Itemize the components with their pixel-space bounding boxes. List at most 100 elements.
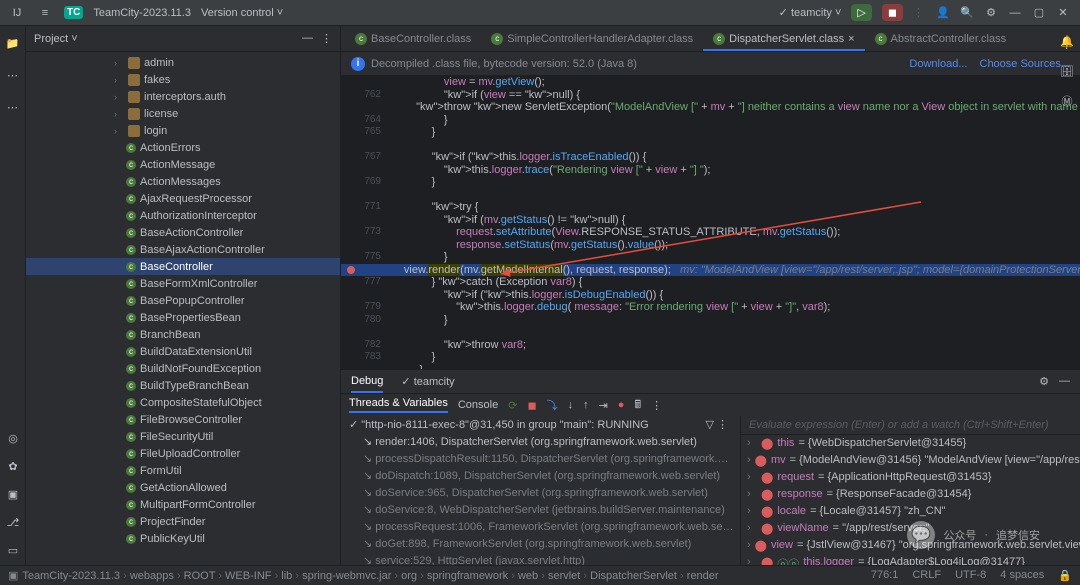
threads-tab[interactable]: Threads & Variables (349, 397, 448, 413)
code-line[interactable]: 782 "kw">throw var8; (341, 339, 1080, 352)
step-out-icon[interactable]: ↑ (583, 399, 589, 411)
code-line[interactable] (341, 189, 1080, 202)
close-tab-icon[interactable]: × (848, 33, 854, 45)
code-line[interactable]: 780 } (341, 314, 1080, 327)
code-line[interactable]: 769 } (341, 176, 1080, 189)
build-icon[interactable]: ▭ (4, 541, 22, 559)
tree-class-FileUploadController[interactable]: cFileUploadController (26, 445, 340, 462)
code-line[interactable]: 767 "kw">if ("kw">this.logger.isTraceEna… (341, 151, 1080, 164)
editor-tab[interactable]: cAbstractController.class (865, 29, 1017, 51)
code-line[interactable]: 783 } (341, 351, 1080, 364)
tree-class-GetActionAllowed[interactable]: cGetActionAllowed (26, 479, 340, 496)
project-tool-icon[interactable]: 📁 (4, 34, 22, 52)
user-icon[interactable]: 👤 (934, 4, 952, 22)
editor-tab[interactable]: cDispatcherServlet.class × (703, 29, 864, 51)
readonly-icon[interactable]: 🔒 (1058, 569, 1072, 582)
thread-header[interactable]: ✓ "http-nio-8111-exec-8"@31,450 in group… (341, 416, 740, 433)
code-line[interactable]: 777 } "kw">catch (Exception var8) { (341, 276, 1080, 289)
tree-class-AjaxRequestProcessor[interactable]: cAjaxRequestProcessor (26, 190, 340, 207)
editor-tab[interactable]: cBaseController.class (345, 29, 481, 51)
tree-class-BranchBean[interactable]: cBranchBean (26, 326, 340, 343)
download-link[interactable]: Download... (909, 58, 967, 70)
variable-row[interactable]: ›⬤ request = {ApplicationHttpRequest@314… (741, 469, 1080, 486)
code-line[interactable]: 775 } (341, 251, 1080, 264)
main-menu-icon[interactable]: ≡ (36, 4, 54, 22)
code-line[interactable]: response.setStatus(mv.getStatus().value(… (341, 239, 1080, 252)
tree-class-PublicKeyUtil[interactable]: cPublicKeyUtil (26, 530, 340, 547)
stack-frame[interactable]: ↘ render:1406, DispatcherServlet (org.sp… (341, 433, 740, 450)
indent[interactable]: 4 spaces (1000, 569, 1044, 582)
terminal-icon[interactable]: ▣ (4, 485, 22, 503)
project-name[interactable]: TeamCity-2023.11.3 (93, 7, 191, 19)
variable-row[interactable]: ›⬤ this = {WebDispatcherServlet@31455} (741, 435, 1080, 452)
search-icon[interactable]: 🔍 (958, 4, 976, 22)
more-debug-icon[interactable]: ⋮ (651, 399, 662, 412)
run-config[interactable]: ✓ teamcity ˅ (779, 6, 842, 19)
code-line[interactable]: "kw">if ("kw">this.logger.isDebugEnabled… (341, 289, 1080, 302)
tree-class-BaseController[interactable]: cBaseController (26, 258, 340, 275)
minimize-icon[interactable]: — (1006, 4, 1024, 22)
breakpoint-icon[interactable]: ● (618, 399, 625, 411)
panel-settings-icon[interactable]: ⋮ (321, 32, 332, 45)
code-editor[interactable]: view = mv.getView();762 "kw">if (view ==… (341, 76, 1080, 369)
tree-class-BuildDataExtensionUtil[interactable]: cBuildDataExtensionUtil (26, 343, 340, 360)
code-line[interactable] (341, 139, 1080, 152)
debug-settings-icon[interactable]: ⚙ (1039, 375, 1049, 388)
step-over-icon[interactable]: ⤵ (547, 397, 558, 413)
tree-class-ActionMessages[interactable]: cActionMessages (26, 173, 340, 190)
code-line[interactable]: 779 "kw">this.logger.debug( message: "Er… (341, 301, 1080, 314)
tree-folder[interactable]: ›license (26, 105, 340, 122)
stop-debug-icon[interactable]: ◼ (527, 399, 536, 412)
run-to-cursor-icon[interactable]: ⇥ (599, 399, 608, 412)
settings-icon[interactable]: ⚙ (982, 4, 1000, 22)
tree-class-BuildNotFoundException[interactable]: cBuildNotFoundException (26, 360, 340, 377)
variable-row[interactable]: ›⬤ mv = {ModelAndView@31456} "ModelAndVi… (741, 452, 1080, 469)
more-tool-icon[interactable]: ⋯ (4, 98, 22, 116)
caret-position[interactable]: 776:1 (871, 569, 899, 582)
code-line[interactable] (341, 326, 1080, 339)
services-icon[interactable]: ◎ (4, 429, 22, 447)
git-icon[interactable]: ⎇ (4, 513, 22, 531)
stack-frame[interactable]: ↘ doService:8, WebDispatcherServlet (jet… (341, 501, 740, 518)
stack-frame[interactable]: ↘ processDispatchResult:1150, Dispatcher… (341, 450, 740, 467)
tree-folder[interactable]: ›fakes (26, 71, 340, 88)
tree-class-BasePropertiesBean[interactable]: cBasePropertiesBean (26, 309, 340, 326)
notifications-icon[interactable]: 🔔 (1058, 32, 1076, 50)
frames-panel[interactable]: ✓ "http-nio-8111-exec-8"@31,450 in group… (341, 416, 741, 565)
structure-tool-icon[interactable]: ⋯ (4, 66, 22, 84)
tree-folder[interactable]: ›login (26, 122, 340, 139)
stack-frame[interactable]: ↘ processRequest:1006, FrameworkServlet … (341, 518, 740, 535)
variable-row[interactable]: ›⬤ response = {ResponseFacade@31454} (741, 486, 1080, 503)
minimize-debug-icon[interactable]: — (1059, 375, 1070, 388)
step-into-icon[interactable]: ↓ (568, 399, 574, 411)
editor-tab[interactable]: cSimpleControllerHandlerAdapter.class (481, 29, 703, 51)
project-header[interactable]: Project ˅ — ⋮ (26, 26, 340, 52)
maximize-icon[interactable]: ▢ (1030, 4, 1048, 22)
teamcity-run-tab[interactable]: ✓ teamcity (401, 371, 454, 392)
variable-row[interactable]: ›⬤ locale = {Locale@31457} "zh_CN" (741, 503, 1080, 520)
code-line[interactable]: 764 } (341, 114, 1080, 127)
code-line[interactable]: 765 } (341, 126, 1080, 139)
vcs-widget[interactable]: Version control ˅ (201, 7, 283, 19)
tree-class-BuildTypeBranchBean[interactable]: cBuildTypeBranchBean (26, 377, 340, 394)
database-icon[interactable]: 🗄 (1058, 62, 1076, 80)
eval-input[interactable]: Evaluate expression (Enter) or add a wat… (741, 416, 1080, 435)
code-line[interactable]: } (341, 364, 1080, 370)
code-line[interactable]: 762 "kw">if (view == "kw">null) { (341, 89, 1080, 102)
tree-class-FileSecurityUtil[interactable]: cFileSecurityUtil (26, 428, 340, 445)
code-line[interactable]: "kw">if (mv.getStatus() != "kw">null) { (341, 214, 1080, 227)
code-line[interactable]: 771 "kw">try { (341, 201, 1080, 214)
code-line[interactable]: view = mv.getView(); (341, 76, 1080, 89)
close-icon[interactable]: ✕ (1054, 4, 1072, 22)
project-tree[interactable]: ›admin›fakes›interceptors.auth›license›l… (26, 52, 340, 565)
code-line[interactable]: "kw">throw "kw">new ServletException("Mo… (341, 101, 1080, 114)
resume-icon[interactable]: ⟳ (508, 399, 517, 412)
encoding[interactable]: UTF-8 (955, 569, 986, 582)
ij-logo-icon[interactable]: IJ (8, 4, 26, 22)
tree-class-FormUtil[interactable]: cFormUtil (26, 462, 340, 479)
variable-row[interactable]: ›⬤ ⓞⓞ this.logger = {LogAdapter$Log4jLog… (741, 554, 1080, 565)
variable-row[interactable]: ›⬤ view = {JstlView@31467} "org.springfr… (741, 537, 1080, 554)
stop-button[interactable]: ◼ (882, 4, 903, 21)
tree-class-AuthorizationInterceptor[interactable]: cAuthorizationInterceptor (26, 207, 340, 224)
tree-class-BasePopupController[interactable]: cBasePopupController (26, 292, 340, 309)
